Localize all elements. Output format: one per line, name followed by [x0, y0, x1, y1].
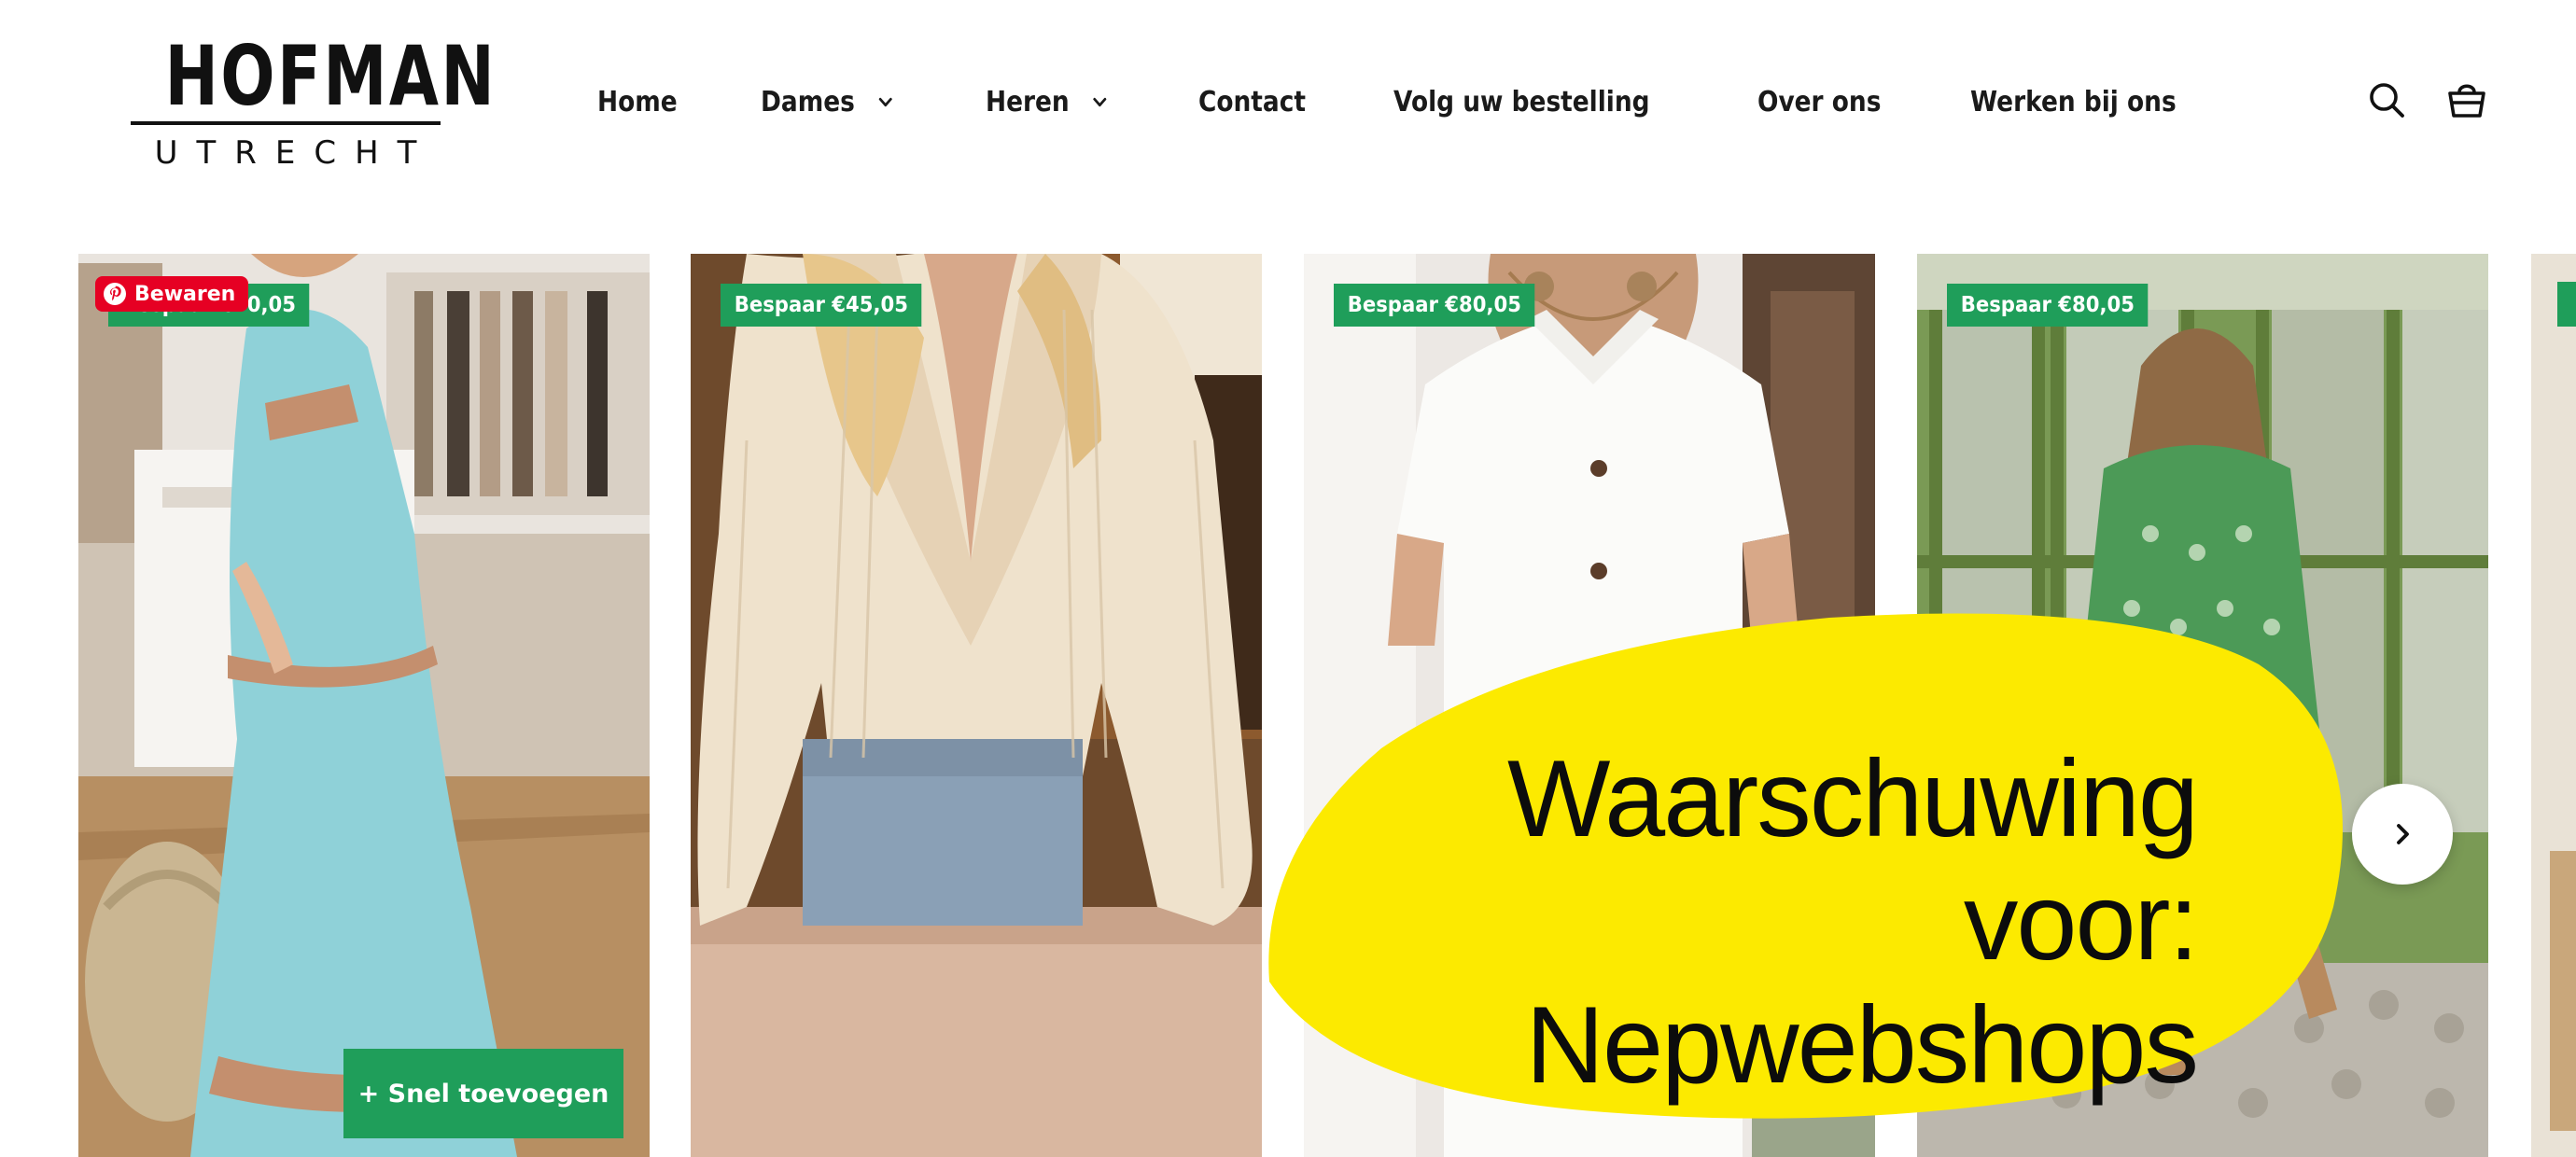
nav-item-label: Heren [985, 85, 1070, 118]
chevron-down-icon [876, 91, 894, 112]
logo-divider [131, 121, 441, 125]
nav-item-home[interactable]: Home [597, 78, 678, 125]
discount-badge: Bespaar €45,05 [721, 284, 922, 327]
discount-badge: Bespaar €80,05 [1334, 284, 1535, 327]
nav-item-label: Dames [761, 85, 856, 118]
quick-add-button[interactable]: + Snel toevoegen [343, 1049, 623, 1138]
product-photo[interactable] [78, 254, 650, 1157]
nav-item-careers[interactable]: Werken bij ons [1970, 78, 2177, 125]
product-card[interactable]: Bespaar €70,05 Bewaren + Snel toevoegen [78, 254, 650, 1157]
product-card[interactable] [2531, 254, 2576, 1157]
product-photo[interactable] [691, 254, 1262, 1157]
nav-item-label: Contact [1197, 85, 1306, 118]
nav-item-label: Home [597, 85, 678, 118]
warning-title: Waarschuwing voor: [1507, 737, 2199, 983]
warning-text: Waarschuwing voor: Nepwebshops [1325, 737, 2199, 1107]
pinterest-save-button[interactable]: Bewaren [95, 276, 249, 312]
warning-subtitle: Nepwebshops [1525, 983, 2199, 1106]
main-nav: Home Dames Heren Contact Volg uw bestell… [597, 78, 2277, 125]
nav-item-label: Werken bij ons [1970, 85, 2177, 118]
nav-item-heren[interactable]: Heren [986, 78, 1109, 125]
nav-item-contact[interactable]: Contact [1198, 78, 1306, 125]
cart-icon[interactable] [2445, 78, 2488, 121]
nav-item-track-order[interactable]: Volg uw bestelling [1393, 78, 1650, 125]
product-photo[interactable] [2531, 254, 2576, 1157]
pinterest-icon [103, 282, 127, 306]
nav-item-dames[interactable]: Dames [761, 78, 894, 125]
logo[interactable]: HOFMAN UTRECHT [131, 28, 497, 174]
nav-item-label: Volg uw bestelling [1393, 85, 1650, 118]
logo-brand-name: HOFMAN [164, 28, 497, 124]
logo-city: UTRECHT [154, 134, 436, 172]
product-card[interactable]: Bespaar €45,05 [691, 254, 1262, 1157]
discount-badge: Bespaar €80,05 [1947, 284, 2149, 327]
chevron-right-icon [2388, 820, 2416, 848]
nav-item-about[interactable]: Over ons [1757, 78, 1881, 125]
nav-item-label: Over ons [1757, 85, 1881, 118]
search-icon[interactable] [2365, 78, 2408, 121]
chevron-down-icon [1091, 91, 1109, 112]
pinterest-save-label: Bewaren [134, 282, 236, 306]
carousel-next-button[interactable] [2352, 784, 2453, 885]
